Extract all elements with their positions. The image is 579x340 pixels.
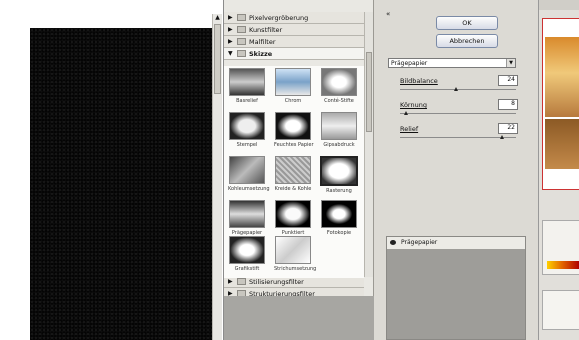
preview-scrollbar[interactable]: ▲: [212, 14, 222, 340]
category-brush-strokes[interactable]: ▶ Malfilter: [224, 36, 364, 48]
collapse-arrow-icon: ▼: [228, 50, 233, 57]
param-value-graininess[interactable]: 8: [498, 99, 518, 110]
thumbnail-label: Fotokopie: [326, 230, 352, 236]
param-value-relief[interactable]: 22: [498, 123, 518, 134]
folder-icon: [237, 14, 246, 21]
thumbnail-image: [321, 200, 357, 228]
color-ramp[interactable]: [547, 261, 579, 269]
filter-thumbnail[interactable]: Grafikstift: [228, 236, 266, 274]
thumbnail-label: Grafikstift: [234, 266, 260, 272]
filter-thumbnail[interactable]: Fotokopie: [320, 200, 358, 238]
param-value-image-balance[interactable]: 24: [498, 75, 518, 86]
gallery-scrollbar[interactable]: [364, 12, 373, 277]
param-label-image-balance: Bildbalance: [400, 77, 438, 85]
thumbnail-image: [321, 68, 357, 96]
category-label: Pixelvergröberung: [249, 13, 309, 22]
thumbnail-grid: Basrelief Chrom Conté-Stifte Stempel Feu…: [224, 66, 364, 278]
filter-thumbnail[interactable]: Feuchtes Papier: [274, 112, 314, 150]
navigator-thumbnail-lower: [545, 119, 579, 169]
gallery-empty-area: [224, 296, 374, 340]
slider-handle[interactable]: [403, 111, 408, 115]
effect-layer-row[interactable]: Prägepapier: [387, 237, 525, 249]
filter-thumbnail-selected[interactable]: Rasterung: [320, 156, 358, 194]
category-label: Stilisierungsfilter: [249, 277, 304, 286]
thumbnail-label: Stempel: [236, 142, 258, 148]
param-label-relief: Relief: [400, 125, 419, 133]
filter-thumbnail[interactable]: Punktiert: [274, 200, 312, 238]
category-label: Kunstfilter: [249, 25, 283, 34]
thumbnail-label: Gipsabdruck: [323, 142, 355, 148]
thumbnail-label: Conté-Stifte: [324, 98, 354, 104]
expand-arrow-icon: ▶: [228, 26, 233, 33]
slider-track[interactable]: [400, 89, 516, 90]
preview-scrollbar-thumb[interactable]: [214, 24, 221, 94]
folder-icon: [237, 26, 246, 33]
filter-thumbnail[interactable]: Kreide & Kohle: [274, 156, 312, 194]
folder-icon: [237, 38, 246, 45]
preview-image[interactable]: [30, 28, 212, 340]
filter-select[interactable]: Prägepapier ▼: [388, 58, 516, 68]
thumbnail-label: Rasterung: [326, 188, 352, 194]
filter-thumbnail[interactable]: Stempel: [228, 112, 266, 150]
category-label: Malfilter: [249, 37, 276, 46]
tool-options-panel: [542, 290, 579, 330]
expand-arrow-icon: ▶: [228, 38, 233, 45]
category-artistic[interactable]: ▶ Kunstfilter: [224, 24, 364, 36]
color-panel: [542, 220, 579, 275]
category-pixelate[interactable]: ▶ Pixelvergröberung: [224, 12, 364, 24]
thumbnail-label: Kreide & Kohle: [274, 186, 312, 192]
category-sketch[interactable]: ▼ Skizze: [224, 48, 364, 60]
thumbnail-image: [320, 156, 358, 186]
thumbnail-label: Basrelief: [236, 98, 258, 104]
filter-thumbnail[interactable]: Kohleumsetzung: [228, 156, 270, 194]
eye-icon[interactable]: [390, 240, 396, 245]
thumbnail-image: [275, 200, 311, 228]
thumbnail-image: [229, 112, 265, 140]
ok-button[interactable]: OK: [436, 16, 498, 30]
filter-thumbnail[interactable]: Chrom: [274, 68, 312, 106]
category-label: Skizze: [249, 49, 273, 58]
preview-pane: ▲: [0, 0, 224, 340]
expand-arrow-icon: ▶: [228, 278, 233, 285]
filter-thumbnail[interactable]: Prägepapier: [228, 200, 266, 238]
param-label-graininess: Körnung: [400, 101, 427, 109]
collapse-gallery-icon[interactable]: «: [386, 10, 390, 18]
folder-icon: [237, 50, 246, 57]
thumbnail-image: [275, 156, 311, 184]
thumbnail-image: [275, 68, 311, 96]
effect-layer-name: Prägepapier: [401, 239, 438, 246]
filter-thumbnail[interactable]: Strichumsetzung: [274, 236, 317, 274]
thumbnail-image: [229, 68, 265, 96]
slider-handle[interactable]: [500, 135, 505, 139]
thumbnail-image: [229, 156, 265, 184]
effect-layer-panel: Prägepapier: [386, 236, 526, 340]
folder-icon: [237, 278, 246, 285]
thumbnail-image: [275, 236, 311, 264]
expand-arrow-icon: ▶: [228, 14, 233, 21]
filter-thumbnail[interactable]: Basrelief: [228, 68, 266, 106]
photoshop-side-panels: [538, 0, 579, 340]
slider-handle[interactable]: [453, 87, 458, 91]
thumbnail-label: Feuchtes Papier: [274, 142, 314, 148]
thumbnail-image: [321, 112, 357, 140]
thumbnail-image: [229, 236, 265, 264]
thumbnail-image: [275, 112, 311, 140]
thumbnail-label: Strichumsetzung: [274, 266, 317, 272]
slider-track[interactable]: [400, 113, 516, 114]
filter-select-value: Prägepapier: [391, 60, 428, 67]
chevron-down-icon: ▼: [506, 59, 515, 67]
thumbnail-label: Chrom: [284, 98, 302, 104]
filter-thumbnail[interactable]: Conté-Stifte: [320, 68, 358, 106]
thumbnail-label: Kohleumsetzung: [228, 186, 270, 192]
filter-thumbnail[interactable]: Gipsabdruck: [320, 112, 358, 150]
panel-titlebar: [539, 0, 579, 10]
navigator-thumbnail[interactable]: [545, 37, 579, 117]
slider-track[interactable]: [400, 137, 516, 138]
cancel-button[interactable]: Abbrechen: [436, 34, 498, 48]
gallery-scrollbar-thumb[interactable]: [366, 52, 372, 132]
navigator-panel: [542, 18, 579, 190]
thumbnail-image: [229, 200, 265, 228]
scroll-up-arrow-icon[interactable]: ▲: [214, 14, 221, 22]
